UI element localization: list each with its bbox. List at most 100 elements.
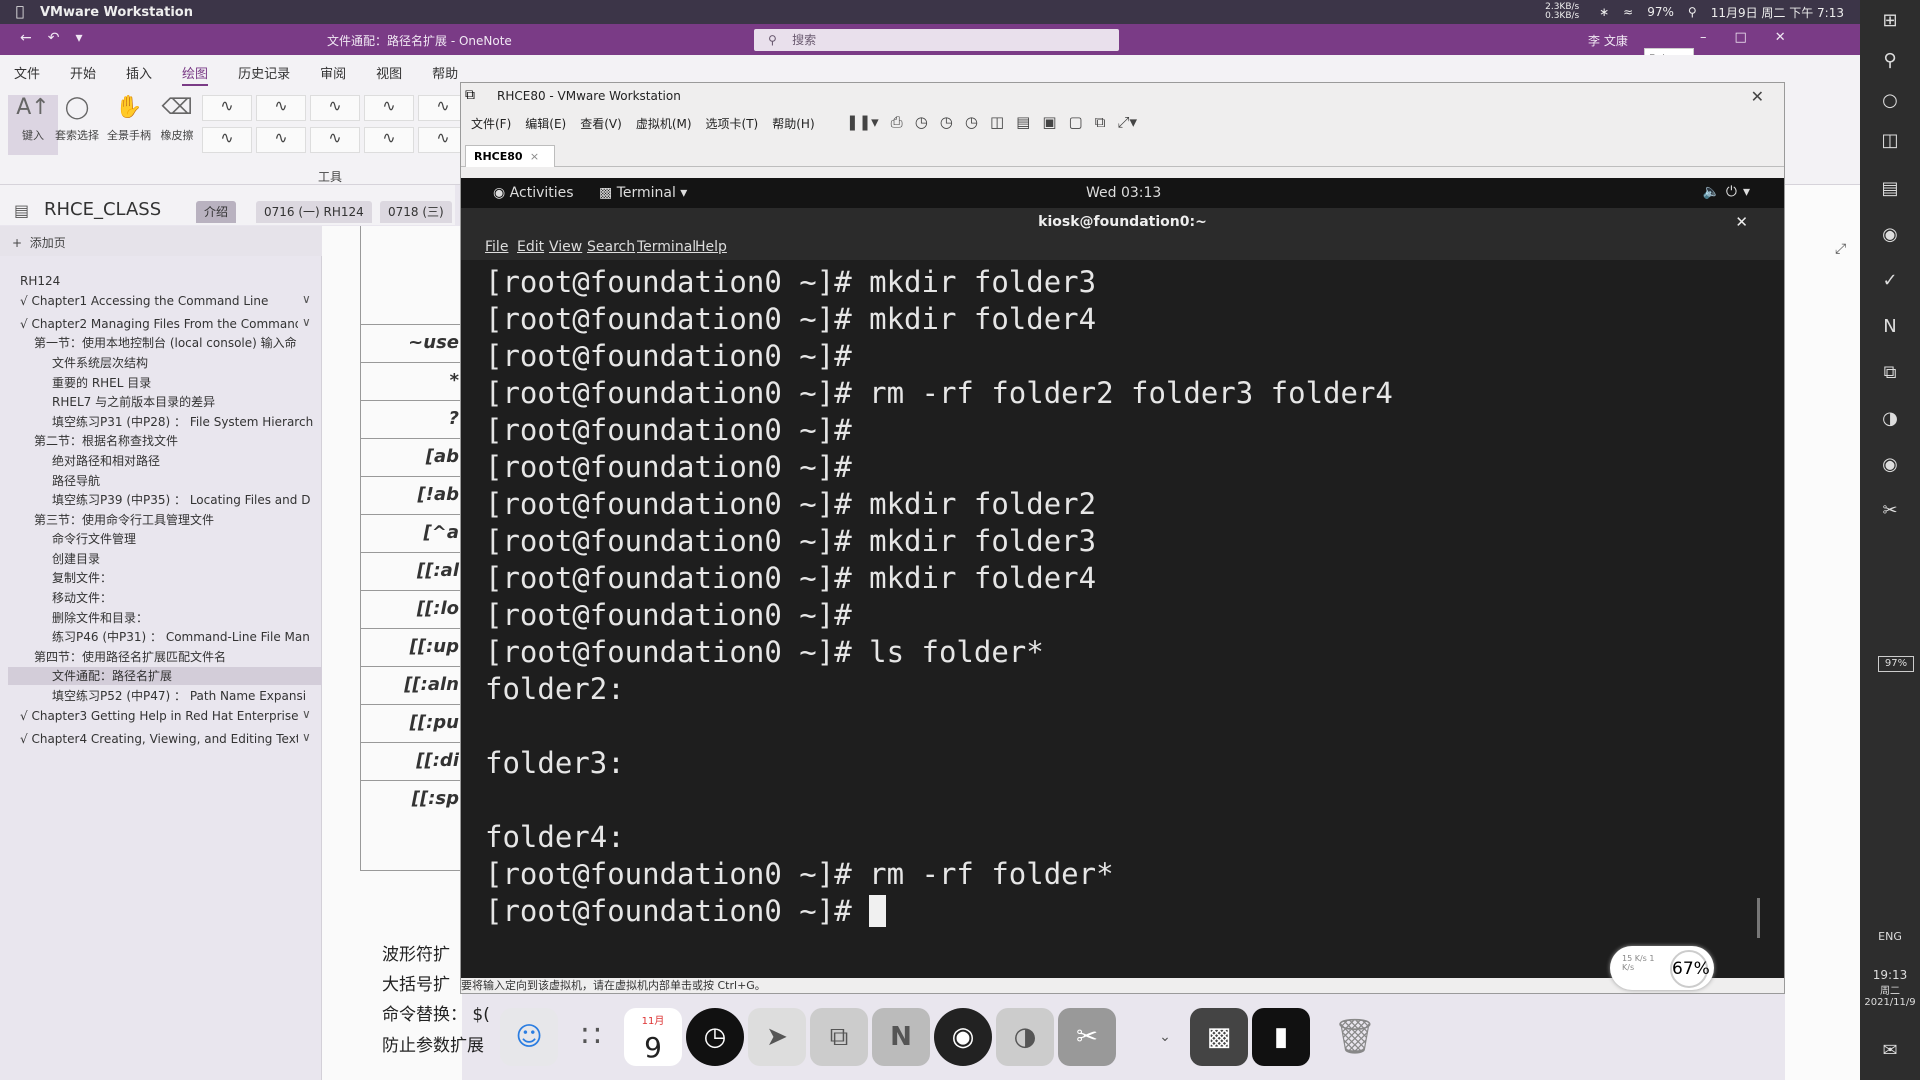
- monitor-icon[interactable]: ▩: [1190, 1008, 1248, 1066]
- browser-icon[interactable]: ◑: [996, 1008, 1054, 1066]
- app-icon[interactable]: ◉: [1860, 224, 1920, 245]
- console-icon[interactable]: ⧉: [1095, 113, 1106, 131]
- windows-icon[interactable]: ⊞: [1860, 10, 1920, 31]
- trash-icon[interactable]: 🗑: [1326, 1008, 1384, 1066]
- page-item[interactable]: RH124: [20, 272, 315, 290]
- chevron-icon[interactable]: ⌄: [1136, 1008, 1194, 1066]
- section-tab[interactable]: 0718 (三): [380, 201, 452, 223]
- page-item[interactable]: 重要的 RHEL 目录: [52, 374, 315, 392]
- onenote-icon[interactable]: N: [1860, 316, 1920, 337]
- page-item[interactable]: 填空练习P39 (中P35) ： Locating Files and D: [52, 491, 315, 509]
- chevron-down-icon[interactable]: ∨: [302, 707, 311, 721]
- menu-file[interactable]: 文件(F): [471, 115, 511, 132]
- close-icon[interactable]: ✕: [1735, 208, 1748, 236]
- menu-tabs[interactable]: 选项卡(T): [706, 115, 759, 132]
- eraser-tool[interactable]: ⌫ 橡皮擦: [152, 95, 202, 155]
- vm-tab[interactable]: RHCE80 ×: [465, 145, 555, 167]
- pen-swatch[interactable]: ∿: [256, 95, 306, 121]
- files-icon[interactable]: ▤: [1860, 178, 1920, 199]
- page-item[interactable]: 第一节：使用本地控制台 (local console) 输入命: [34, 334, 315, 352]
- chevron-down-icon[interactable]: ∨: [302, 292, 311, 306]
- unity-icon[interactable]: ▢: [1069, 113, 1083, 131]
- menu-help[interactable]: 帮助(H): [772, 115, 814, 132]
- page-item[interactable]: 第三节：使用命令行工具管理文件: [34, 511, 315, 529]
- pen-swatch[interactable]: ∿: [310, 95, 360, 121]
- vmware-icon[interactable]: ⧉: [1860, 362, 1920, 383]
- screenshot-icon[interactable]: ✂: [1860, 500, 1920, 521]
- bluetooth-icon[interactable]: ∗: [1599, 5, 1609, 19]
- page-item[interactable]: 第四节：使用路径名扩展匹配文件名: [34, 648, 315, 666]
- page-item[interactable]: 删除文件和目录：: [52, 609, 315, 627]
- battery-indicator[interactable]: 97%: [1878, 656, 1914, 672]
- input-language[interactable]: ENG: [1860, 930, 1920, 943]
- page-item[interactable]: √ Chapter1 Accessing the Command Line: [20, 292, 298, 310]
- page-item[interactable]: 路径导航: [52, 472, 315, 490]
- chevron-down-icon[interactable]: ∨: [302, 315, 311, 329]
- menu-terminal[interactable]: Terminal: [637, 239, 696, 255]
- undo-icon[interactable]: ↶: [48, 30, 60, 46]
- calendar-icon[interactable]: 11月 9: [624, 1008, 682, 1066]
- clock-icon[interactable]: ◷: [686, 1008, 744, 1066]
- menu-view[interactable]: 查看(V): [580, 115, 622, 132]
- menu-vm[interactable]: 虚拟机(M): [636, 115, 692, 132]
- page-item[interactable]: 文件系统层次结构: [52, 354, 315, 372]
- pen-swatch[interactable]: ∿: [202, 127, 252, 153]
- pen-swatch[interactable]: ∿: [364, 95, 414, 121]
- pen-swatch[interactable]: ∿: [202, 95, 252, 121]
- tab-history[interactable]: 历史记录: [238, 63, 290, 86]
- chevron-down-icon[interactable]: ∨: [302, 730, 311, 744]
- page-item[interactable]: RHEL7 与之前版本目录的差异: [52, 393, 315, 411]
- onenote-icon[interactable]: N: [872, 1008, 930, 1066]
- tab-home[interactable]: 开始: [70, 63, 96, 86]
- tab-draw[interactable]: 绘图: [182, 63, 209, 86]
- page-item[interactable]: 移动文件：: [52, 589, 315, 607]
- apple-icon[interactable]: : [0, 4, 40, 20]
- back-icon[interactable]: ←: [20, 30, 32, 46]
- note-text[interactable]: 防止参数扩展: [382, 1031, 484, 1056]
- notebook-name[interactable]: RHCE_CLASS: [44, 199, 161, 220]
- pan-tool[interactable]: ✋ 全景手柄: [104, 95, 154, 155]
- page-item[interactable]: √ Chapter4 Creating, Viewing, and Editin…: [20, 730, 298, 748]
- finder-icon[interactable]: ☺: [500, 1008, 558, 1066]
- check-icon[interactable]: ✓: [1860, 270, 1920, 291]
- page-item[interactable]: 命令行文件管理: [52, 530, 315, 548]
- page-item[interactable]: 复制文件：: [52, 569, 315, 587]
- page-item[interactable]: 绝对路径和相对路径: [52, 452, 315, 470]
- page-item[interactable]: 文件通配：路径名扩展: [8, 667, 322, 685]
- activities-button[interactable]: ◉ Activities: [493, 185, 574, 201]
- stretch-icon[interactable]: ⤢▾: [1117, 113, 1137, 131]
- sidebar-icon[interactable]: ◫: [990, 113, 1004, 131]
- feishu-icon[interactable]: ➤: [748, 1008, 806, 1066]
- add-page-button[interactable]: + 添加页: [0, 226, 322, 256]
- note-text[interactable]: 命令替换： $(: [382, 1000, 490, 1025]
- taskview-icon[interactable]: ◫: [1860, 130, 1920, 151]
- search-box[interactable]: ⚲ 搜索: [754, 29, 1119, 51]
- page-item[interactable]: 第二节：根据名称查找文件: [34, 432, 315, 450]
- page-item[interactable]: 创建目录: [52, 550, 315, 568]
- section-tab[interactable]: 介绍: [196, 201, 237, 223]
- tab-file[interactable]: 文件: [14, 63, 40, 86]
- close-icon[interactable]: ✕: [1775, 30, 1786, 45]
- edge-icon[interactable]: ◉: [1860, 454, 1920, 475]
- pen-swatch[interactable]: ∿: [310, 127, 360, 153]
- dropdown-icon[interactable]: ▾: [75, 30, 82, 46]
- datetime[interactable]: 11月9日 周二 下午 7:13: [1711, 4, 1844, 21]
- pause-icon[interactable]: ❚❚▾: [846, 113, 879, 131]
- browser-icon[interactable]: ◑: [1860, 408, 1920, 429]
- section-tab[interactable]: 0716 (一) RH124: [256, 201, 372, 223]
- terminal-output[interactable]: [root@foundation0 ~]# mkdir folder3 [root…: [485, 264, 1755, 964]
- menu-view[interactable]: View: [549, 239, 582, 255]
- expand-icon[interactable]: ⤢: [1835, 241, 1846, 257]
- obs-icon[interactable]: ◉: [934, 1008, 992, 1066]
- note-text[interactable]: 大括号扩: [382, 970, 450, 995]
- close-icon[interactable]: ✕: [1751, 87, 1764, 106]
- manage-snapshot-icon[interactable]: ◷: [965, 113, 978, 131]
- user-name[interactable]: 李 文康: [1588, 32, 1628, 49]
- cortana-icon[interactable]: ○: [1860, 90, 1920, 111]
- page-item[interactable]: 填空练习P52 (中P47) ： Path Name Expansi: [52, 687, 315, 705]
- type-tool[interactable]: A↑ 键入: [8, 95, 58, 155]
- terminal-icon[interactable]: ▮: [1252, 1008, 1310, 1066]
- note-text[interactable]: 波形符扩: [382, 940, 450, 965]
- pen-swatch[interactable]: ∿: [364, 127, 414, 153]
- screenshot-icon[interactable]: ✂: [1058, 1008, 1116, 1066]
